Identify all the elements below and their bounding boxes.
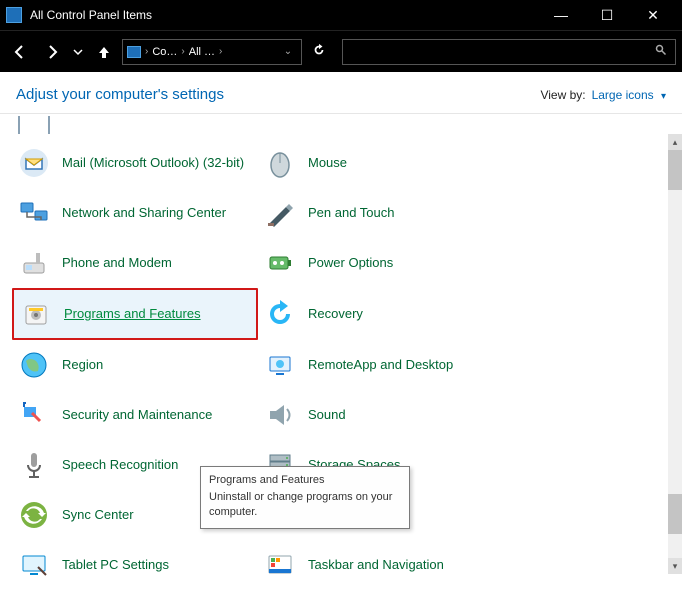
item-label: Phone and Modem xyxy=(62,255,172,271)
breadcrumb-1[interactable]: Co… xyxy=(152,46,177,58)
item-label: Region xyxy=(62,357,103,373)
scroll-down-button[interactable]: ▾ xyxy=(668,558,682,574)
item-label: Power Options xyxy=(308,255,393,271)
item-label: RemoteApp and Desktop xyxy=(308,357,453,373)
viewby-value: Large icons xyxy=(592,88,654,102)
minimize-button[interactable]: — xyxy=(538,0,584,30)
address-bar[interactable]: › Co… › All … › ⌄ xyxy=(122,39,302,65)
recovery-icon xyxy=(264,298,296,330)
sync-icon xyxy=(18,499,50,531)
viewby-label: View by: xyxy=(540,88,585,102)
navbar: › Co… › All … › ⌄ xyxy=(0,30,682,72)
item-label: Speech Recognition xyxy=(62,457,178,473)
speech-icon xyxy=(18,449,50,481)
titlebar: All Control Panel Items — ☐ ✕ xyxy=(0,0,682,30)
mouse-icon xyxy=(264,147,296,179)
item-label: Mouse xyxy=(308,155,347,171)
search-icon xyxy=(655,44,667,59)
scrollbar-thumb-2[interactable] xyxy=(668,494,682,534)
region-icon xyxy=(18,349,50,381)
pen-icon xyxy=(264,197,296,229)
search-input[interactable] xyxy=(342,39,676,65)
recent-dropdown[interactable] xyxy=(70,38,86,66)
item-label: Security and Maintenance xyxy=(62,407,212,423)
item-tablet[interactable]: Tablet PC Settings xyxy=(12,540,258,590)
header-row: Adjust your computer's settings View by:… xyxy=(0,72,682,114)
mail-icon xyxy=(18,147,50,179)
tooltip-body: Uninstall or change programs on your com… xyxy=(209,490,401,520)
item-label: Taskbar and Navigation xyxy=(308,557,444,573)
maximize-button[interactable]: ☐ xyxy=(584,0,630,30)
network-icon xyxy=(18,197,50,229)
sound-icon xyxy=(264,399,296,431)
item-region[interactable]: Region xyxy=(12,340,258,390)
tablet-icon xyxy=(18,549,50,581)
chevron-down-icon: ▾ xyxy=(661,91,666,102)
item-pen[interactable]: Pen and Touch xyxy=(258,188,504,238)
security-icon xyxy=(18,399,50,431)
item-security[interactable]: Security and Maintenance xyxy=(12,390,258,440)
item-programs[interactable]: Programs and Features xyxy=(12,288,258,340)
scrollbar[interactable]: ▴ ▾ xyxy=(668,134,682,574)
power-icon xyxy=(264,247,296,279)
breadcrumb-2[interactable]: All … xyxy=(189,46,215,58)
item-phone[interactable]: Phone and Modem xyxy=(12,238,258,288)
breadcrumb-separator: › xyxy=(219,46,222,57)
content-area: Mail (Microsoft Outlook) (32-bit) Mouse … xyxy=(0,114,682,594)
item-label: Sync Center xyxy=(62,507,134,523)
control-panel-icon xyxy=(6,7,22,23)
item-label: Tablet PC Settings xyxy=(62,557,169,573)
phone-icon xyxy=(18,247,50,279)
item-label: Programs and Features xyxy=(64,306,201,322)
page-title: Adjust your computer's settings xyxy=(16,86,540,103)
viewby-dropdown[interactable]: Large icons ▾ xyxy=(592,88,666,102)
back-button[interactable] xyxy=(6,38,34,66)
forward-button[interactable] xyxy=(38,38,66,66)
tooltip-title: Programs and Features xyxy=(209,473,401,488)
item-sound[interactable]: Sound xyxy=(258,390,504,440)
remote-icon xyxy=(264,349,296,381)
tooltip: Programs and Features Uninstall or chang… xyxy=(200,466,410,529)
item-recovery[interactable]: Recovery xyxy=(258,288,504,340)
item-label: Pen and Touch xyxy=(308,205,395,221)
item-network[interactable]: Network and Sharing Center xyxy=(12,188,258,238)
window-title: All Control Panel Items xyxy=(30,8,538,22)
item-label: Mail (Microsoft Outlook) (32-bit) xyxy=(62,155,244,171)
scroll-up-button[interactable]: ▴ xyxy=(668,134,682,150)
item-label: Network and Sharing Center xyxy=(62,205,226,221)
breadcrumb-separator: › xyxy=(181,46,184,57)
item-taskbar[interactable]: Taskbar and Navigation xyxy=(258,540,504,590)
item-power[interactable]: Power Options xyxy=(258,238,504,288)
item-mouse[interactable]: Mouse xyxy=(258,138,504,188)
up-button[interactable] xyxy=(90,38,118,66)
item-mail[interactable]: Mail (Microsoft Outlook) (32-bit) xyxy=(12,138,258,188)
refresh-button[interactable] xyxy=(306,43,332,60)
programs-icon xyxy=(20,298,52,330)
breadcrumb-separator: › xyxy=(145,46,148,57)
item-label: Sound xyxy=(308,407,346,423)
scrollbar-thumb[interactable] xyxy=(668,150,682,190)
item-remote[interactable]: RemoteApp and Desktop xyxy=(258,340,504,390)
address-icon xyxy=(127,46,141,58)
item-label: Recovery xyxy=(308,306,363,322)
close-button[interactable]: ✕ xyxy=(630,0,676,30)
taskbar-icon xyxy=(264,549,296,581)
address-dropdown[interactable]: ⌄ xyxy=(279,46,297,57)
